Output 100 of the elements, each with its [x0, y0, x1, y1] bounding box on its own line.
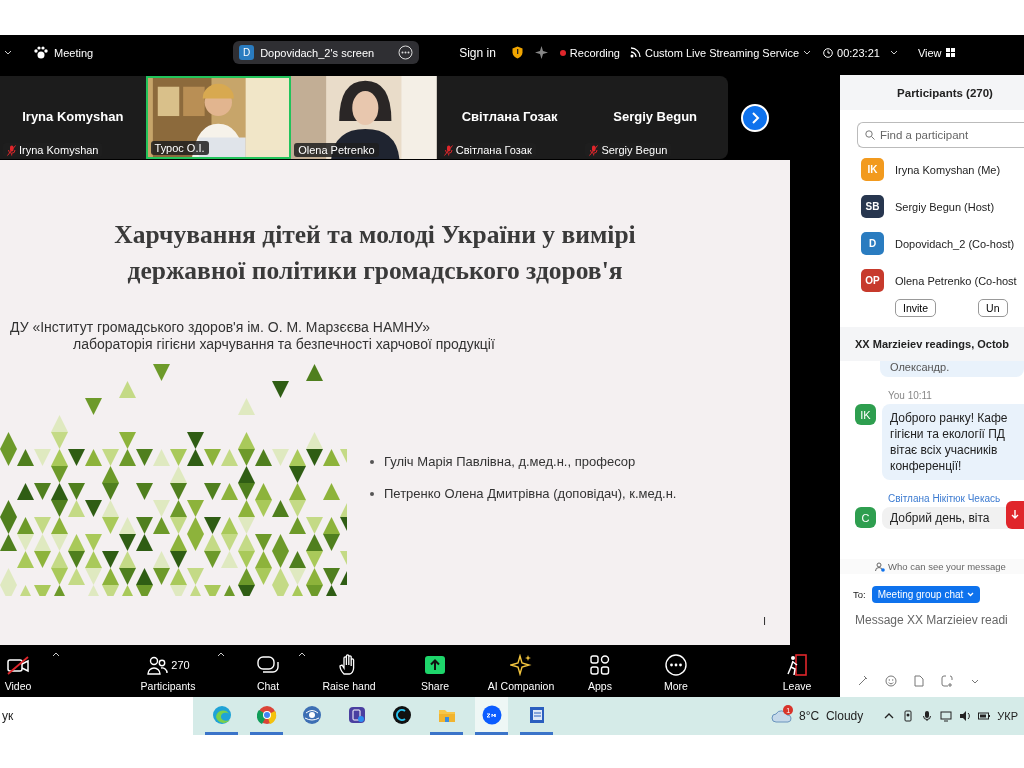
language-indicator[interactable]: УКР [997, 710, 1018, 722]
sparkle-icon [510, 654, 532, 676]
broadcast-icon [630, 47, 641, 58]
toolbar-button[interactable]: Apps [588, 653, 612, 692]
sender-avatar: IK [855, 404, 876, 425]
participant-name: Iryna Komyshan [21, 109, 125, 124]
participant-avatar: OP [861, 269, 884, 292]
battery-icon [978, 710, 991, 722]
video-tile[interactable]: Olena Petrenko [291, 76, 437, 159]
caret-up-icon [52, 651, 60, 657]
search-field[interactable]: ук [0, 697, 193, 735]
meeting-label[interactable]: Meeting [54, 46, 94, 59]
screen-share-pill[interactable]: D Dopovidach_2's screen [233, 41, 420, 64]
cloud-icon [771, 709, 794, 723]
sparkle-icon [534, 46, 548, 59]
bullet-icon [370, 459, 374, 464]
slide-title: державної політики громадського здоров'я [126, 255, 624, 287]
message-sender: You 10:11 [888, 390, 933, 401]
scroll-down-button[interactable] [1006, 501, 1024, 529]
participant-item[interactable]: IK Iryna Komyshan (Me) [840, 151, 1024, 188]
tile-label: Sergiy Begun [601, 144, 668, 156]
caret-icon [967, 592, 975, 597]
message-field[interactable]: Message XX Marzieiev readi [855, 613, 1024, 627]
search-icon [865, 130, 875, 140]
circle-app-icon [391, 704, 412, 725]
video-tile[interactable]: Турос О.І. [145, 76, 292, 159]
recording-label[interactable]: Recording [569, 46, 620, 59]
video-app-icon [481, 704, 502, 725]
file-icon [913, 675, 925, 687]
participant-name: Sergiy Begun [612, 109, 699, 124]
share-icon [424, 654, 446, 676]
participant-tile[interactable]: Світлана Гозак Світлана Гозак [436, 76, 583, 159]
tile-label: Olena Petrenko [298, 144, 375, 156]
weather-label[interactable]: 8°C Cloudy [799, 709, 864, 723]
next-page-button[interactable] [741, 103, 769, 132]
camera-icon [902, 710, 915, 722]
share-label: Dopovidach_2's screen [260, 46, 376, 59]
tile-label: Iryna Komyshan [19, 144, 99, 156]
more-icon [665, 654, 687, 676]
clock-icon [823, 47, 834, 58]
more-icon [398, 45, 414, 60]
slide-page-mark: I [762, 615, 766, 627]
toolbar-button[interactable]: Chat [256, 653, 280, 692]
exit-door-icon [786, 654, 808, 676]
chat-message: Доброго ранку! Кафе гігієни та екології ПД вітає всіх учасників конференції! [882, 404, 1024, 480]
toolbar-button[interactable]: Share [421, 653, 449, 692]
search-field[interactable]: Find a participant [857, 122, 1024, 148]
participant-avatar: SB [861, 195, 884, 218]
browser-icon [256, 704, 277, 725]
slide-subtitle: ДУ «Інститут громадського здоров'я ім. О. М. Марзєєва НАМНУ» [10, 319, 432, 336]
streaming-label[interactable]: Custom Live Streaming Service [645, 46, 800, 59]
panel-title: Participants (270) [840, 75, 1024, 110]
monitor-icon [940, 710, 953, 722]
tile-label: Світлана Гозак [455, 144, 532, 156]
slide-subtitle: лабораторія гігієни харчування та безпечності харчової продукції [73, 336, 496, 352]
smiley-icon [885, 675, 897, 687]
panel-button[interactable]: Un [978, 299, 1008, 317]
participant-item[interactable]: SB Sergiy Begun (Host) [840, 188, 1024, 225]
shield-icon [511, 46, 523, 59]
presenter-item: Петренко Олена Дмитрівна (доповідач), к.мед.н. [384, 486, 677, 501]
recipient-dropdown[interactable]: Meeting group chat [871, 586, 981, 603]
caret-icon [889, 48, 898, 57]
participant-tile[interactable]: Iryna Komyshan Iryna Komyshan [0, 76, 146, 159]
sign-in-link[interactable]: Sign in [459, 45, 496, 60]
video-off-icon [7, 654, 29, 676]
message-sender: Світлана Нікітюк Чекась [888, 493, 1002, 504]
caret-icon [4, 48, 12, 57]
paw-icon [34, 46, 48, 59]
grid-icon [945, 48, 956, 57]
tile-label: Турос О.І. [154, 142, 205, 154]
participant-avatar: IK [861, 158, 884, 181]
caret-icon [803, 48, 812, 57]
caret-up-icon [298, 651, 306, 657]
people-icon [146, 654, 169, 676]
toolbar-button[interactable]: 270 Participants [140, 653, 196, 692]
panel-button[interactable]: Invite [895, 299, 937, 317]
view-button[interactable]: View [917, 46, 942, 59]
people-icon [875, 561, 885, 572]
toolbar-button[interactable]: Raise hand [322, 653, 376, 692]
toolbar-button[interactable]: More [664, 653, 688, 692]
chat-message: Олександр. [880, 361, 1024, 377]
participant-item[interactable]: OP Olena Petrenko (Co-host [840, 262, 1024, 299]
toolbar-button[interactable]: AI Companion [487, 653, 555, 692]
bullet-icon [370, 491, 374, 496]
participant-name: Світлана Гозак [460, 109, 559, 124]
meeting-timer: 00:23:21 [837, 46, 880, 59]
speaker-icon [959, 710, 972, 722]
sender-avatar: C [855, 507, 876, 528]
slide-title: Харчування дітей та молоді України у вимірі [113, 219, 637, 251]
share-avatar: D [239, 45, 255, 60]
toolbar-button[interactable]: Leave [782, 653, 812, 692]
participant-item[interactable]: D Dopovidach_2 (Co-host) [840, 225, 1024, 262]
microphone-icon [921, 710, 934, 722]
chat-title: XX Marzieiev readings, Octob [840, 327, 1024, 361]
chat-icon [257, 654, 279, 676]
participant-tile[interactable]: Sergiy Begun Sergiy Begun [582, 76, 728, 159]
chevron-right-icon [750, 111, 760, 124]
toolbar-button[interactable]: Video [4, 653, 32, 692]
presenter-item: Гуліч Марія Павлівна, д.мед.н., професор [384, 454, 636, 469]
caret-up-icon [217, 651, 225, 657]
